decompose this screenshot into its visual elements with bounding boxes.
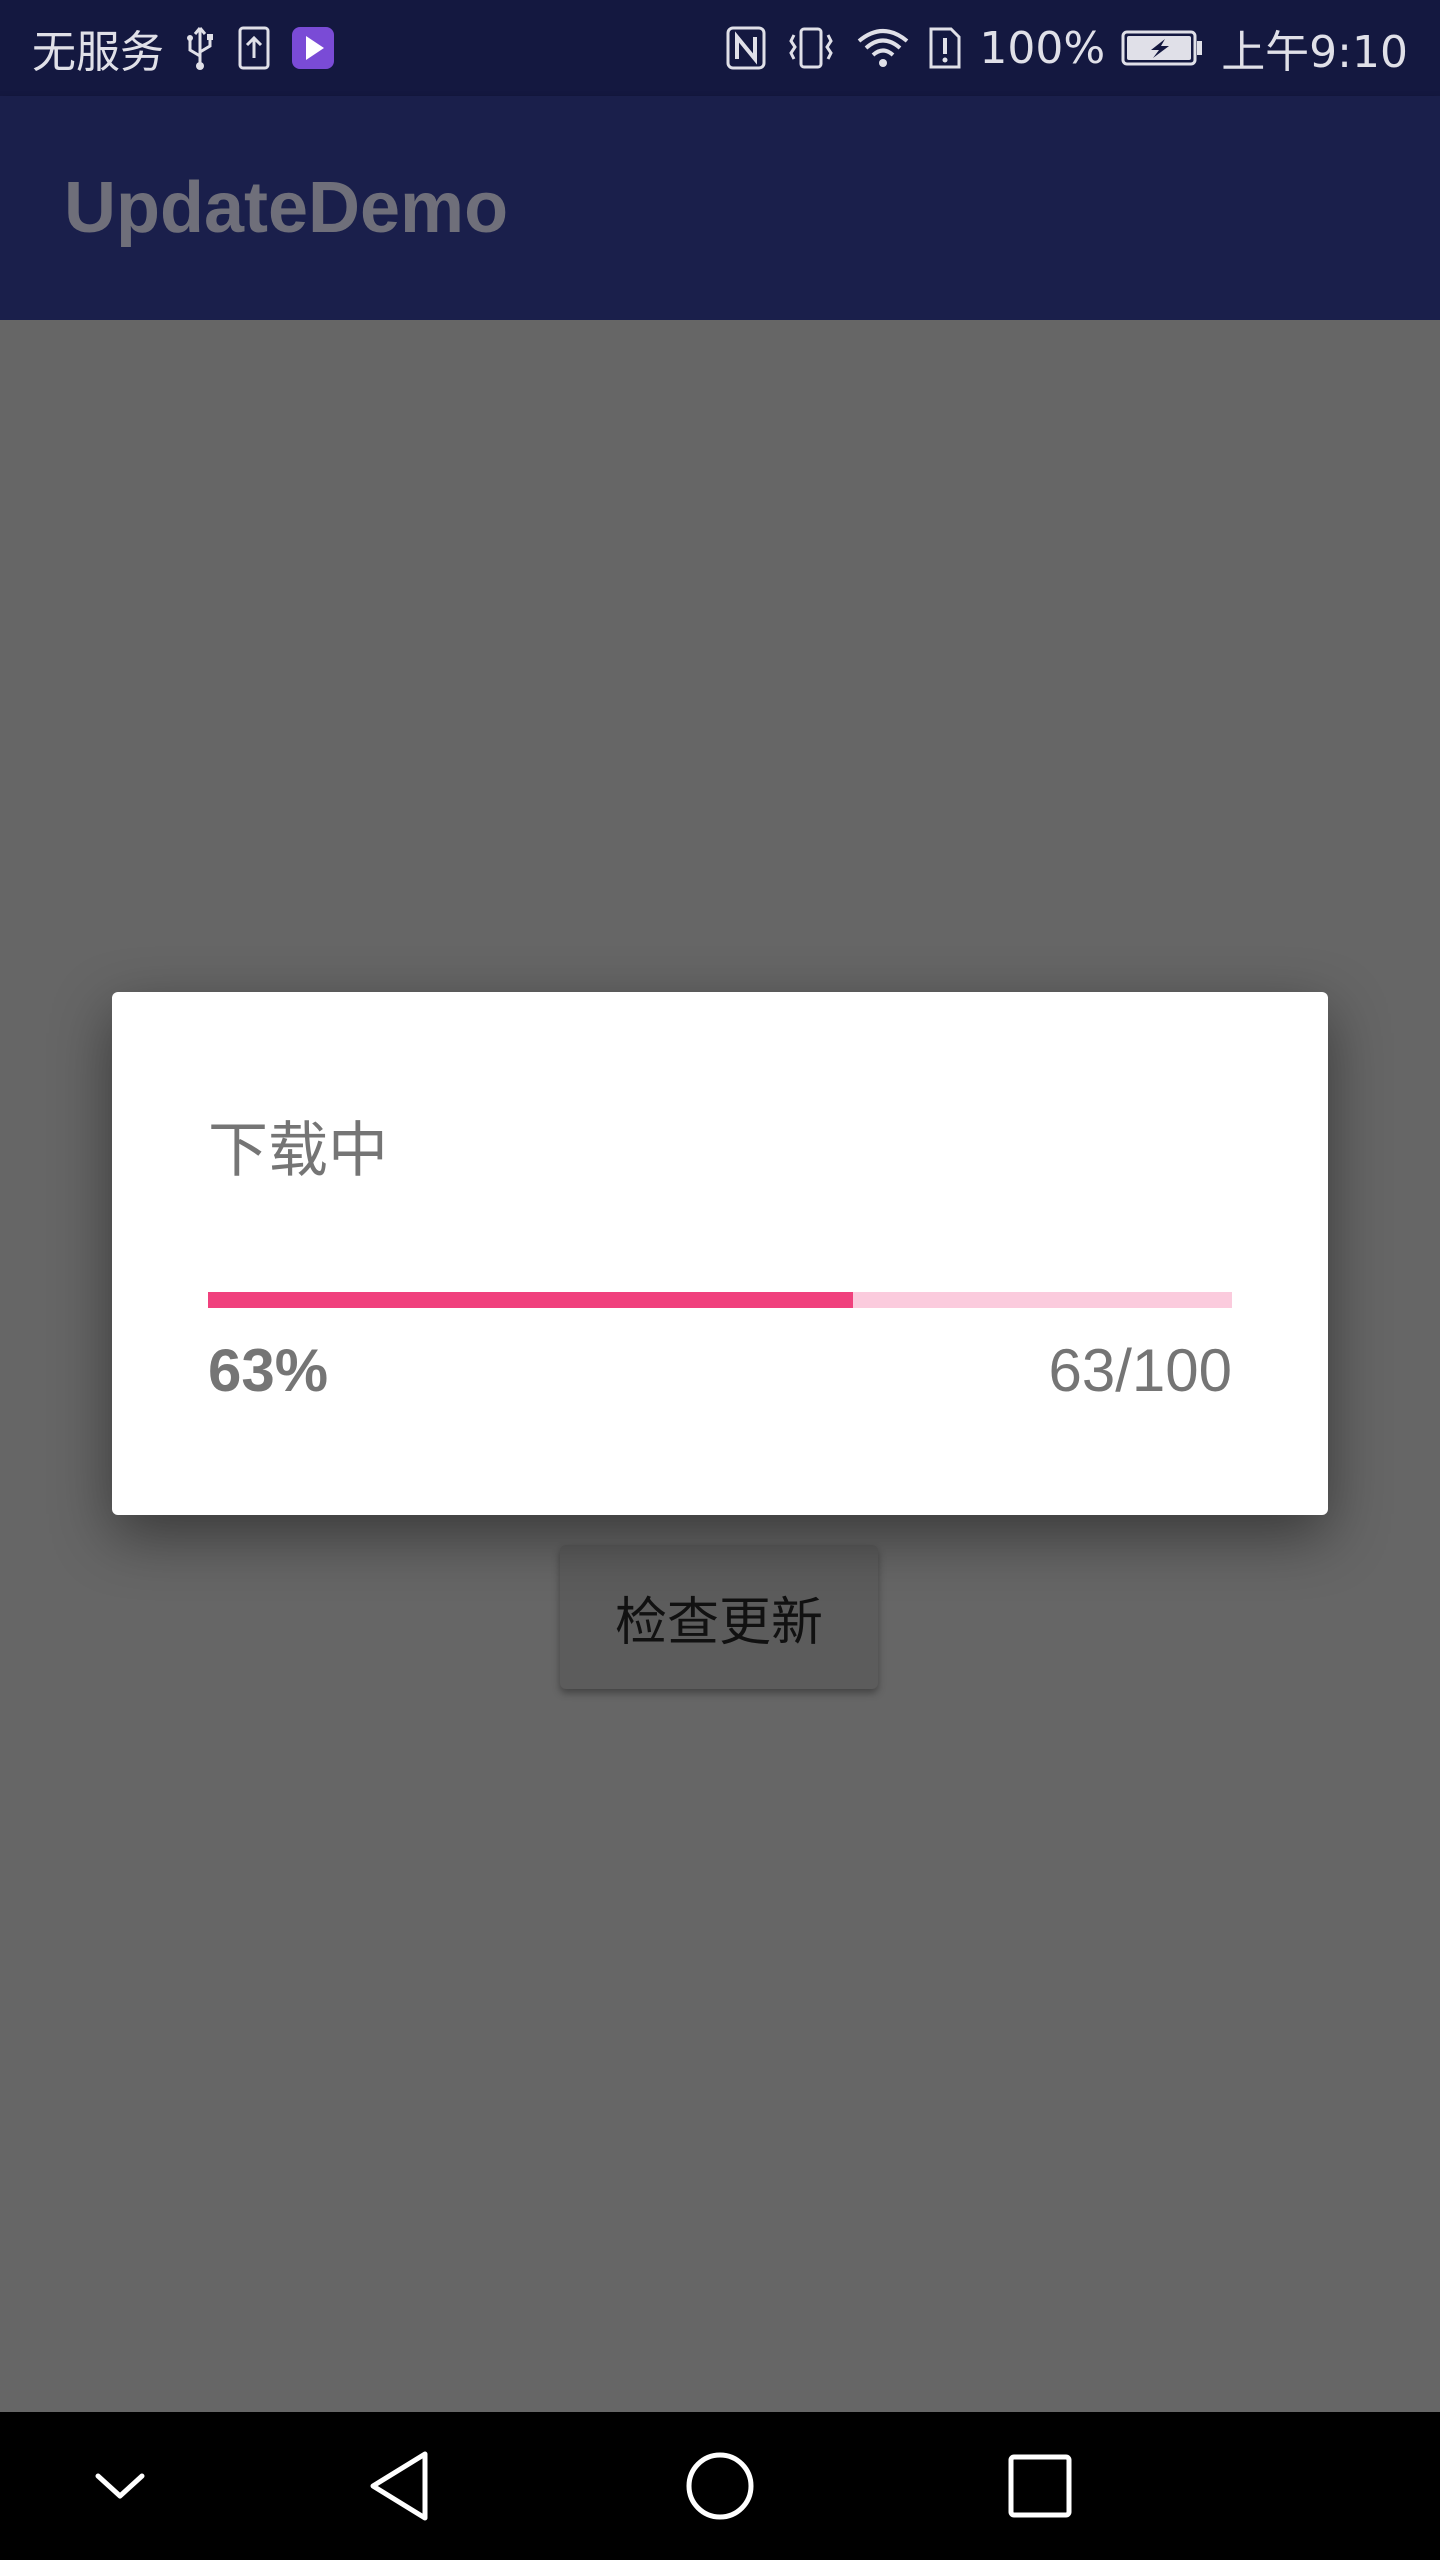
app-title: UpdateDemo bbox=[64, 168, 509, 248]
battery-charging-icon bbox=[1121, 28, 1205, 68]
vibrate-icon bbox=[783, 25, 839, 71]
media-app-icon bbox=[290, 25, 336, 71]
progress-count: 63/100 bbox=[1048, 1337, 1232, 1404]
home-icon[interactable] bbox=[640, 2412, 800, 2560]
carrier-label: 无服务 bbox=[32, 27, 164, 78]
status-bar-left: 无服务 bbox=[32, 0, 336, 96]
progress-bar-fill bbox=[208, 1292, 854, 1308]
back-icon[interactable] bbox=[320, 2412, 480, 2560]
chevron-down-icon[interactable] bbox=[40, 2412, 200, 2560]
progress-percent: 63% bbox=[208, 1337, 329, 1404]
navigation-bar bbox=[0, 2412, 1440, 2560]
progress-bar-track bbox=[208, 1292, 1232, 1308]
sim-alert-icon bbox=[927, 25, 963, 71]
battery-percent: 100% bbox=[979, 22, 1106, 74]
status-bar: 无服务 100% 上午9:10 bbox=[0, 0, 1440, 96]
download-progress-dialog: 下载中 63% 63/100 bbox=[112, 992, 1328, 1515]
app-bar: UpdateDemo bbox=[0, 96, 1440, 320]
recents-icon[interactable] bbox=[960, 2412, 1120, 2560]
status-bar-right: 100% 上午9:10 bbox=[725, 0, 1408, 96]
wifi-icon bbox=[855, 25, 911, 71]
check-update-button[interactable]: 检查更新 bbox=[560, 1545, 878, 1689]
nfc-icon bbox=[725, 25, 767, 71]
dialog-title: 下载中 bbox=[208, 1116, 388, 1186]
upload-icon bbox=[236, 24, 272, 72]
usb-icon bbox=[182, 24, 218, 72]
clock-time: 上午9:10 bbox=[1221, 27, 1408, 78]
